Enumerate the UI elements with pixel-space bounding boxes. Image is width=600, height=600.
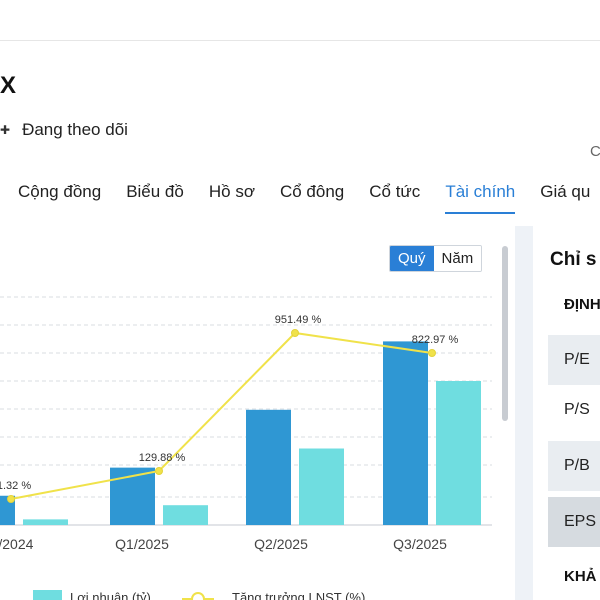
legend-profit-label: Lợi nhuận (tỷ) [70,590,151,600]
top-divider [0,40,600,41]
ratio-section-heading-2: KHẢ [564,568,597,585]
plus-icon: ✚ [0,123,11,137]
growth-point-2 [291,329,299,337]
follow-button[interactable]: ✚ Đang theo dõi [0,120,128,140]
ratio-row-ps[interactable]: P/S [548,385,600,435]
growth-line [10,331,433,500]
x-tick-label-1: Q1/2025 [115,536,169,552]
bar-profit-1 [163,505,208,525]
legend-growth-marker [191,592,205,600]
profit-chart: 1.32 % 129.88 % 951.49 % 822.97 % 4/2024 Q1/2… [0,296,492,600]
tab-cong-dong[interactable]: Cộng đồng [18,182,101,214]
legend-growth-label: Tăng trưởng LNST (%) [232,590,365,600]
growth-label-3: 822.97 % [412,334,459,346]
tab-co-dong[interactable]: Cổ đông [280,182,344,214]
section-tabs: Cộng đồng Biểu đồ Hồ sơ Cổ đông Cổ tức T… [18,182,600,214]
growth-point-3 [428,349,436,357]
tab-co-tuc[interactable]: Cổ tức [369,182,420,214]
period-toggle: Quý Năm [389,245,483,272]
bar-profit-0 [23,519,68,525]
growth-point-1 [155,467,163,475]
ratio-section-heading: ĐỊNH [564,296,600,313]
growth-label-0: 1.32 % [0,480,31,492]
x-tick-label-3: Q3/2025 [393,536,447,552]
bar-revenue-2 [246,409,291,525]
growth-label-2: 951.49 % [275,314,322,326]
quarter-button[interactable]: Quý [390,246,434,271]
x-tick-label-2: Q2/2025 [254,536,308,552]
legend-profit-swatch [33,590,62,600]
growth-point-0 [7,495,15,503]
x-tick-label-0: 4/2024 [0,536,34,552]
ticker-symbol: X [0,72,17,99]
bar-revenue-3 [383,341,428,525]
tab-ho-so[interactable]: Hồ sơ [209,182,255,214]
bar-profit-3 [436,381,481,525]
year-button[interactable]: Năm [433,246,482,271]
ratio-row-eps[interactable]: EPS [548,497,600,547]
bar-profit-2 [299,448,344,525]
ratio-row-pb[interactable]: P/B [548,441,600,491]
follow-label: Đang theo dõi [22,120,128,139]
tab-gia-quyen[interactable]: Giá qu [540,182,590,214]
ratio-panel-title: Chỉ s [550,249,597,270]
ratio-row-pe[interactable]: P/E [548,335,600,385]
ratio-panel: Chỉ s ĐỊNH P/E P/S P/B EPS KHẢ [533,226,600,600]
tab-bieu-do[interactable]: Biểu đồ [126,182,184,214]
tab-tai-chinh[interactable]: Tài chính [445,182,516,214]
header-right-text: C [590,143,600,160]
growth-label-1: 129.88 % [139,452,186,464]
